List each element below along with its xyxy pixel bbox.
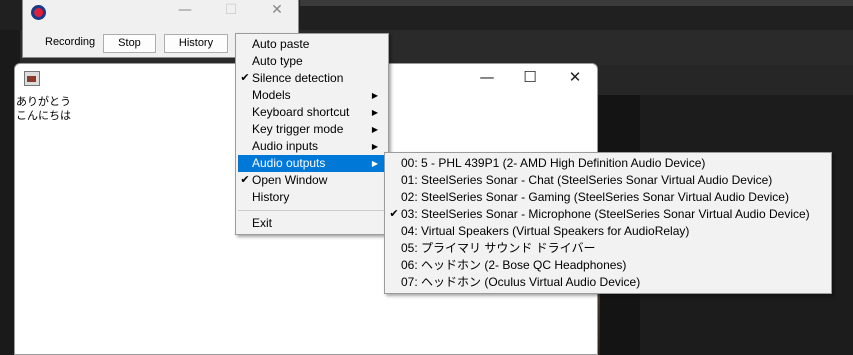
transcript-line: こんにちは (16, 109, 71, 122)
transcript-maximize-button[interactable]: ☐ (515, 68, 545, 86)
menu-item-exit[interactable]: Exit (238, 215, 386, 232)
history-button[interactable]: History (164, 34, 228, 53)
audio-output-label: 07: ヘッドホン (Oculus Virtual Audio Device) (401, 275, 641, 289)
audio-output-item-selected[interactable]: ✔ 03: SteelSeries Sonar - Microphone (St… (387, 206, 829, 223)
menu-item-audio-outputs[interactable]: Audio outputs ▶ (238, 155, 386, 172)
menu-item-label: Auto type (252, 54, 303, 68)
transcript-close-button[interactable]: ✕ (560, 68, 590, 86)
menu-item-auto-type[interactable]: Auto type (238, 53, 386, 70)
submenu-arrow-icon: ▶ (371, 108, 378, 117)
menu-item-label: Keyboard shortcut (252, 105, 350, 119)
app-logo-icon (31, 5, 46, 20)
desktop-background-band (597, 65, 853, 95)
audio-output-label: 01: SteelSeries Sonar - Chat (SteelSerie… (401, 173, 773, 187)
maximize-button[interactable]: ☐ (217, 2, 245, 18)
audio-output-item[interactable]: 02: SteelSeries Sonar - Gaming (SteelSer… (387, 189, 829, 206)
submenu-arrow-icon: ▶ (371, 159, 378, 168)
audio-output-item[interactable]: 07: ヘッドホン (Oculus Virtual Audio Device) (387, 274, 829, 291)
minimize-button[interactable]: — (171, 2, 199, 18)
menu-item-keyboard-shortcut[interactable]: Keyboard shortcut ▶ (238, 104, 386, 121)
audio-output-label: 04: Virtual Speakers (Virtual Speakers f… (401, 224, 690, 238)
transcript-text-area[interactable]: ありがとう こんにちは (16, 95, 71, 123)
menu-item-auto-paste[interactable]: Auto paste (238, 36, 386, 53)
transcript-minimize-button[interactable]: — (472, 68, 502, 86)
menu-item-history[interactable]: History (238, 189, 386, 206)
menu-item-key-trigger-mode[interactable]: Key trigger mode ▶ (238, 121, 386, 138)
audio-output-item[interactable]: 05: プライマリ サウンド ドライバー (387, 240, 829, 257)
audio-output-label: 06: ヘッドホン (2- Bose QC Headphones) (401, 258, 627, 272)
audio-output-item[interactable]: 01: SteelSeries Sonar - Chat (SteelSerie… (387, 172, 829, 189)
menu-item-label: Open Window (252, 173, 328, 187)
checkmark-icon: ✔ (389, 208, 399, 220)
menu-item-label: Exit (252, 216, 273, 230)
audio-output-label: 03: SteelSeries Sonar - Microphone (Stee… (401, 207, 810, 221)
audio-output-item[interactable]: 00: 5 - PHL 439P1 (2- AMD High Definitio… (387, 155, 829, 172)
audio-output-label: 05: プライマリ サウンド ドライバー (401, 241, 596, 255)
menu-item-label: Auto paste (252, 37, 310, 51)
recording-status-label: Recording (45, 36, 96, 48)
menu-item-label: Key trigger mode (252, 122, 344, 136)
menu-item-models[interactable]: Models ▶ (238, 87, 386, 104)
menu-item-label: Silence detection (252, 71, 344, 85)
menu-item-silence-detection[interactable]: ✔ Silence detection (238, 70, 386, 87)
submenu-arrow-icon: ▶ (371, 142, 378, 151)
menu-item-label: Audio inputs (252, 139, 319, 153)
window-app-icon (24, 71, 40, 86)
menu-item-label: Models (252, 88, 291, 102)
desktop-background-strip (300, 0, 853, 6)
menu-item-audio-inputs[interactable]: Audio inputs ▶ (238, 138, 386, 155)
audio-outputs-submenu: 00: 5 - PHL 439P1 (2- AMD High Definitio… (384, 152, 832, 294)
checkmark-icon: ✔ (240, 72, 250, 84)
context-menu: Auto paste Auto type ✔ Silence detection… (235, 33, 389, 235)
menu-item-label: Audio outputs (252, 156, 326, 170)
submenu-arrow-icon: ▶ (371, 125, 378, 134)
menu-item-label: History (252, 190, 290, 204)
audio-output-item[interactable]: 04: Virtual Speakers (Virtual Speakers f… (387, 223, 829, 240)
stop-button[interactable]: Stop (103, 34, 156, 53)
checkmark-icon: ✔ (240, 174, 250, 186)
audio-output-label: 00: 5 - PHL 439P1 (2- AMD High Definitio… (401, 156, 706, 170)
menu-item-open-window[interactable]: ✔ Open Window (238, 172, 386, 189)
submenu-arrow-icon: ▶ (371, 91, 378, 100)
transcript-line: ありがとう (16, 95, 71, 108)
close-button[interactable]: ✕ (263, 2, 291, 18)
audio-output-label: 02: SteelSeries Sonar - Gaming (SteelSer… (401, 190, 789, 204)
menu-separator (238, 210, 386, 211)
audio-output-item[interactable]: 06: ヘッドホン (2- Bose QC Headphones) (387, 257, 829, 274)
